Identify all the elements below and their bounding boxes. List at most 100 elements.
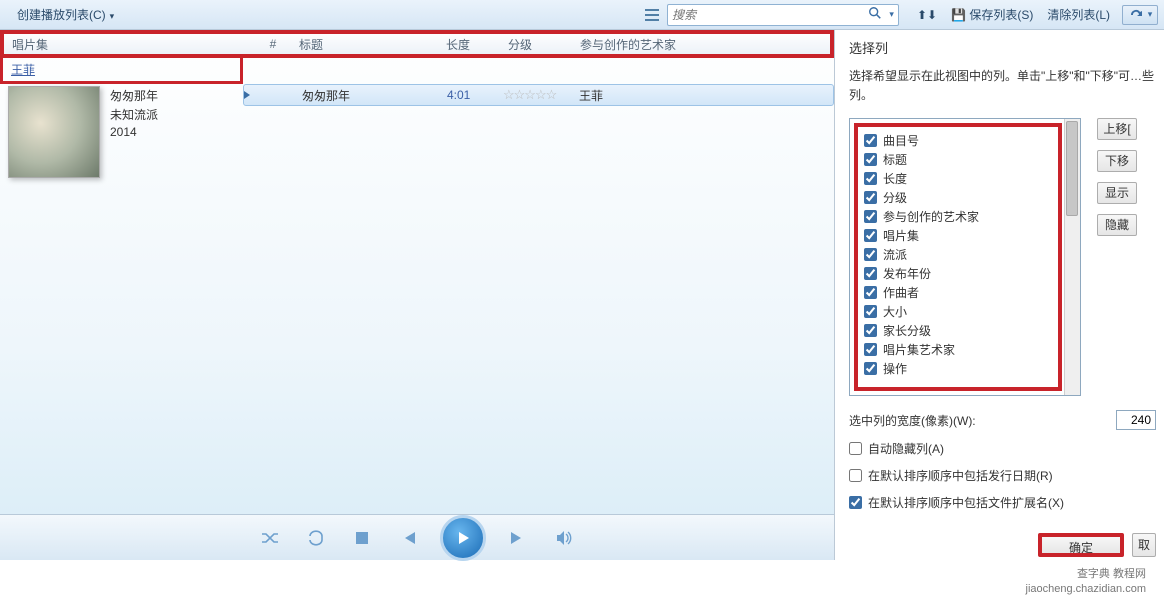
right-toolbar: ⬆⬇ 💾 保存列表(S) 清除列表(L) ▾	[911, 3, 1158, 26]
include-ext-checkbox[interactable]	[849, 496, 862, 509]
album-cover[interactable]	[8, 86, 100, 178]
column-width-input[interactable]	[1116, 410, 1156, 430]
column-option-label: 发布年份	[883, 265, 931, 282]
track-rating-stars[interactable]: ☆☆☆☆☆	[503, 87, 575, 103]
column-option-label: 家长分级	[883, 322, 931, 339]
column-option-checkbox[interactable]	[864, 229, 877, 242]
include-ext-label: 在默认排序顺序中包括文件扩展名(X)	[868, 494, 1064, 511]
save-list-button[interactable]: 💾 保存列表(S)	[945, 3, 1039, 26]
show-button[interactable]: 显示	[1097, 182, 1137, 204]
column-option[interactable]: 参与创作的艺术家	[864, 207, 1052, 226]
shuffle-button[interactable]	[256, 524, 284, 552]
column-option-checkbox[interactable]	[864, 305, 877, 318]
column-option-checkbox[interactable]	[864, 248, 877, 261]
column-option-label: 大小	[883, 303, 907, 320]
view-options-icon[interactable]	[641, 5, 663, 25]
now-playing-icon	[244, 91, 250, 99]
column-option[interactable]: 发布年份	[864, 264, 1052, 283]
column-option-label: 唱片集	[883, 227, 919, 244]
columns-listbox[interactable]: 曲目号标题长度分级参与创作的艺术家唱片集流派发布年份作曲者大小家长分级唱片集艺术…	[849, 118, 1081, 396]
hide-button[interactable]: 隐藏	[1097, 214, 1137, 236]
column-option[interactable]: 唱片集艺术家	[864, 340, 1052, 359]
dialog-title: 选择列	[849, 38, 1164, 57]
column-option-checkbox[interactable]	[864, 172, 877, 185]
auto-hide-label: 自动隐藏列(A)	[868, 440, 944, 457]
auto-hide-checkbox[interactable]	[849, 442, 862, 455]
search-input[interactable]	[672, 8, 864, 22]
track-length: 4:01	[441, 88, 503, 102]
column-option[interactable]: 操作	[864, 359, 1052, 378]
col-header-track-no[interactable]: #	[247, 37, 291, 51]
play-button[interactable]	[440, 515, 486, 561]
album-year: 2014	[110, 124, 158, 140]
stop-button[interactable]	[348, 524, 376, 552]
column-width-label: 选中列的宽度(像素)(W):	[849, 412, 976, 429]
next-button[interactable]	[504, 524, 532, 552]
choose-columns-dialog: 选择列 选择希望显示在此视图中的列。单击"上移"和"下移"可…些列。 曲目号标题…	[835, 30, 1164, 560]
column-option-label: 标题	[883, 151, 907, 168]
volume-button[interactable]	[550, 524, 578, 552]
track-row[interactable]: 匆匆那年 4:01 ☆☆☆☆☆ 王菲	[243, 84, 834, 106]
column-option[interactable]: 流派	[864, 245, 1052, 264]
column-option-checkbox[interactable]	[864, 362, 877, 375]
column-option-label: 长度	[883, 170, 907, 187]
create-playlist-button[interactable]: 创建播放列表(C)	[6, 2, 125, 27]
col-header-rating[interactable]: 分级	[500, 36, 572, 53]
column-option[interactable]: 家长分级	[864, 321, 1052, 340]
dialog-instructions: 选择希望显示在此视图中的列。单击"上移"和"下移"可…些列。	[849, 67, 1164, 104]
sync-button[interactable]: ▾	[1122, 5, 1158, 25]
track-artist: 王菲	[575, 87, 833, 104]
column-option-label: 参与创作的艺术家	[883, 208, 979, 225]
column-option-label: 分级	[883, 189, 907, 206]
column-option-label: 唱片集艺术家	[883, 341, 955, 358]
column-option-checkbox[interactable]	[864, 324, 877, 337]
column-option-checkbox[interactable]	[864, 267, 877, 280]
album-meta: 匆匆那年 未知流派 2014	[110, 86, 158, 178]
track-list: 匆匆那年 4:01 ☆☆☆☆☆ 王菲	[243, 84, 834, 180]
queue-nav-icon[interactable]: ⬆⬇	[911, 5, 943, 25]
include-date-checkbox[interactable]	[849, 469, 862, 482]
ok-button[interactable]: 确定	[1038, 533, 1124, 557]
column-option[interactable]: 作曲者	[864, 283, 1052, 302]
scrollbar-track[interactable]	[1064, 119, 1080, 395]
column-option-label: 操作	[883, 360, 907, 377]
column-option-checkbox[interactable]	[864, 191, 877, 204]
track-title: 匆匆那年	[294, 87, 441, 104]
column-option-label: 流派	[883, 246, 907, 263]
move-down-button[interactable]: 下移	[1097, 150, 1137, 172]
column-option-checkbox[interactable]	[864, 343, 877, 356]
column-option[interactable]: 唱片集	[864, 226, 1052, 245]
column-option[interactable]: 标题	[864, 150, 1052, 169]
artist-group-heading[interactable]: 王菲	[0, 58, 243, 84]
cancel-button[interactable]: 取	[1132, 533, 1156, 557]
column-option[interactable]: 分级	[864, 188, 1052, 207]
album-genre: 未知流派	[110, 105, 158, 124]
col-header-artist[interactable]: 参与创作的艺术家	[572, 36, 830, 53]
col-header-length[interactable]: 长度	[438, 36, 500, 53]
column-header-row[interactable]: 唱片集 # 标题 长度 分级 参与创作的艺术家	[0, 30, 834, 58]
repeat-button[interactable]	[302, 524, 330, 552]
search-dropdown-icon[interactable]: ▾	[886, 9, 894, 20]
col-header-album[interactable]: 唱片集	[4, 36, 247, 53]
include-date-label: 在默认排序顺序中包括发行日期(R)	[868, 467, 1053, 484]
playback-bar	[0, 514, 834, 560]
column-option-label: 作曲者	[883, 284, 919, 301]
watermark: 查字典 教程网 jiaocheng.chazidian.com	[1026, 567, 1146, 596]
search-box[interactable]: ▾	[667, 4, 899, 26]
library-panel: 唱片集 # 标题 长度 分级 参与创作的艺术家 王菲 匆匆那年 未知流派 201…	[0, 30, 835, 560]
column-option-checkbox[interactable]	[864, 210, 877, 223]
search-icon[interactable]	[864, 6, 886, 23]
clear-list-button[interactable]: 清除列表(L)	[1041, 3, 1116, 26]
top-toolbar: 创建播放列表(C) ▾ ⬆⬇ 💾 保存列表(S) 清除列表(L) ▾	[0, 0, 1164, 30]
column-option-checkbox[interactable]	[864, 153, 877, 166]
col-header-title[interactable]: 标题	[291, 36, 438, 53]
album-title: 匆匆那年	[110, 86, 158, 105]
previous-button[interactable]	[394, 524, 422, 552]
scrollbar-thumb[interactable]	[1066, 121, 1078, 216]
column-option[interactable]: 长度	[864, 169, 1052, 188]
column-option-checkbox[interactable]	[864, 286, 877, 299]
column-option[interactable]: 大小	[864, 302, 1052, 321]
column-option-checkbox[interactable]	[864, 134, 877, 147]
column-option[interactable]: 曲目号	[864, 131, 1052, 150]
move-up-button[interactable]: 上移[	[1097, 118, 1137, 140]
